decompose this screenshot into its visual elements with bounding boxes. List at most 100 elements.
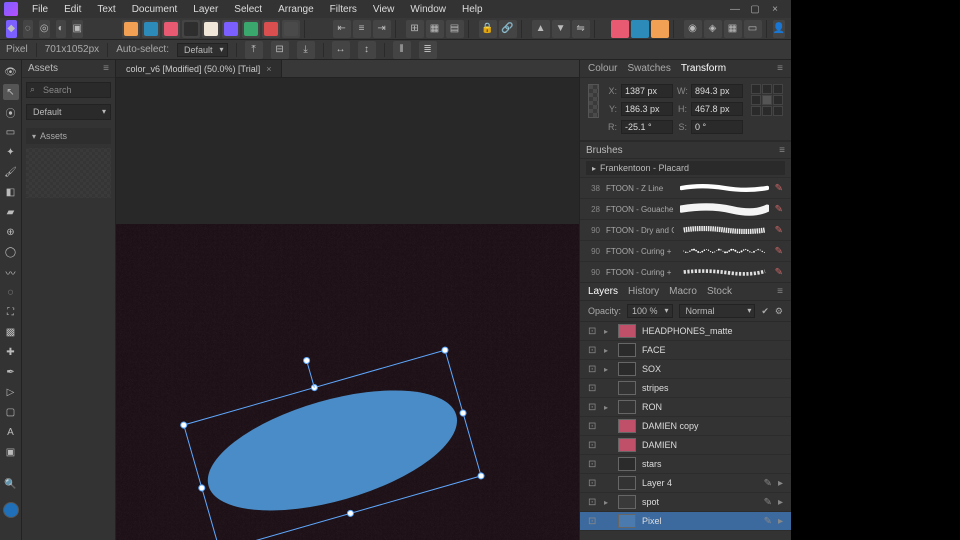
view-tool-icon[interactable]: 👁: [3, 64, 19, 80]
palette-swatch-5[interactable]: [222, 20, 240, 38]
erase-tool-icon[interactable]: ◧: [3, 184, 19, 200]
autoselect-dropdown[interactable]: Default: [177, 43, 228, 57]
maximize-button[interactable]: ▢: [749, 4, 761, 15]
swatch-orange[interactable]: [651, 20, 669, 38]
visibility-icon[interactable]: ⊡: [588, 459, 598, 470]
document-tab[interactable]: color_v6 [Modified] (50.0%) [Trial] ×: [116, 60, 282, 77]
layer-row[interactable]: ⊡▸SOX: [580, 360, 791, 379]
brush-tool-icon[interactable]: 🖌: [3, 164, 19, 180]
order-back-icon[interactable]: ▼: [552, 20, 570, 38]
visibility-icon[interactable]: ⊡: [588, 402, 598, 413]
palette-swatch-6[interactable]: [242, 20, 260, 38]
palette-swatch-2[interactable]: [162, 20, 180, 38]
crop-tool-icon[interactable]: ⛶: [3, 304, 19, 320]
blend-dropdown[interactable]: Normal: [679, 304, 756, 318]
palette-swatch-7[interactable]: [262, 20, 280, 38]
move-tool-icon[interactable]: ↖: [3, 84, 19, 100]
panel-menu-icon[interactable]: ≡: [103, 63, 109, 74]
brush-row[interactable]: 38FTOON - Z Line✎: [580, 177, 791, 198]
brush-row[interactable]: 90FTOON - Curing + Bristle✎: [580, 240, 791, 261]
layer-row[interactable]: ⊡DAMIEN copy: [580, 417, 791, 436]
transform-h[interactable]: [691, 102, 743, 116]
mesh-tool-icon[interactable]: ▩: [3, 324, 19, 340]
visibility-icon[interactable]: ⊡: [588, 516, 598, 527]
blur-tool-icon[interactable]: ◌: [3, 284, 19, 300]
layer-settings-icon[interactable]: ⚙: [775, 306, 783, 317]
transform-s[interactable]: [691, 120, 743, 134]
dodge-tool-icon[interactable]: ◯: [3, 244, 19, 260]
menu-view[interactable]: View: [365, 2, 403, 17]
panel-menu-icon[interactable]: ≡: [779, 145, 785, 156]
menu-file[interactable]: File: [24, 2, 56, 17]
minimize-button[interactable]: —: [729, 4, 741, 15]
palette-swatch-8[interactable]: [282, 20, 300, 38]
selection-tool-icon[interactable]: ▭: [3, 124, 19, 140]
transform-w[interactable]: [691, 84, 743, 98]
close-button[interactable]: ×: [769, 4, 781, 15]
transform-y[interactable]: [621, 102, 673, 116]
layer-row[interactable]: ⊡DAMIEN: [580, 436, 791, 455]
align-left-icon[interactable]: ⇤: [333, 20, 351, 38]
persona-liquify[interactable]: ◌: [23, 20, 34, 38]
transform-r[interactable]: [621, 120, 673, 134]
foreground-color[interactable]: [3, 502, 19, 518]
menu-filters[interactable]: Filters: [322, 2, 365, 17]
menu-edit[interactable]: Edit: [56, 2, 89, 17]
brush-row[interactable]: 90FTOON - Dry and Chunky✎: [580, 219, 791, 240]
panel-menu-icon[interactable]: ≡: [777, 63, 783, 74]
persona-tone[interactable]: ◐: [56, 20, 67, 38]
swatch-red[interactable]: [611, 20, 629, 38]
menu-arrange[interactable]: Arrange: [270, 2, 322, 17]
edit-brush-icon[interactable]: ✎: [775, 246, 783, 257]
node-tool-icon[interactable]: ▷: [3, 384, 19, 400]
menu-window[interactable]: Window: [402, 2, 454, 17]
visibility-icon[interactable]: ⊡: [588, 345, 598, 356]
stock-tab[interactable]: Stock: [707, 286, 732, 297]
visibility-icon[interactable]: ⊡: [588, 497, 598, 508]
edit-brush-icon[interactable]: ✎: [775, 204, 783, 215]
align-center-icon[interactable]: ≡: [353, 20, 371, 38]
pen-tool-icon[interactable]: ✒: [3, 364, 19, 380]
brush-row[interactable]: 90FTOON - Curing + Sponge✎: [580, 261, 791, 282]
flip-h-icon[interactable]: ⇋: [572, 20, 590, 38]
visibility-icon[interactable]: ⊡: [588, 364, 598, 375]
visibility-icon[interactable]: ⊡: [588, 440, 598, 451]
opacity-dropdown[interactable]: 100 %: [627, 304, 673, 318]
layer-options-icon[interactable]: ▸: [778, 516, 783, 527]
canvas[interactable]: [116, 78, 579, 540]
menu-document[interactable]: Document: [124, 2, 186, 17]
brush-row[interactable]: 28FTOON - Gouache Liner✎: [580, 198, 791, 219]
palette-swatch-4[interactable]: [202, 20, 220, 38]
palette-swatch-0[interactable]: [122, 20, 140, 38]
swatch-blue[interactable]: [631, 20, 649, 38]
link-icon[interactable]: 🔗: [499, 20, 517, 38]
layer-row[interactable]: ⊡▸HEADPHONES_matte: [580, 322, 791, 341]
history-tab[interactable]: History: [628, 286, 659, 297]
text-tool-icon[interactable]: A: [3, 424, 19, 440]
guides-icon[interactable]: ▤: [446, 20, 464, 38]
assets-subcategory[interactable]: Assets: [26, 128, 111, 144]
menu-help[interactable]: Help: [454, 2, 491, 17]
order-front-icon[interactable]: ▲: [532, 20, 550, 38]
zoom-tool-icon[interactable]: 🔍: [3, 476, 19, 492]
spacing-v-icon[interactable]: ↕: [358, 41, 376, 59]
clone-tool-icon[interactable]: ⊕: [3, 224, 19, 240]
brush-set-selector[interactable]: Frankentoon - Placard: [586, 161, 785, 175]
layers-tab[interactable]: Layers: [588, 286, 618, 297]
colour-tab[interactable]: Colour: [588, 63, 617, 74]
snap-icon[interactable]: ⊞: [406, 20, 424, 38]
align-right-icon[interactable]: ⇥: [373, 20, 391, 38]
edit-brush-icon[interactable]: ✎: [775, 225, 783, 236]
visibility-icon[interactable]: ⊡: [588, 326, 598, 337]
layer-fx-icon[interactable]: ✔: [761, 306, 769, 317]
assets-search[interactable]: Search: [26, 82, 111, 98]
panel-menu-icon[interactable]: ≡: [777, 286, 783, 297]
close-tab-icon[interactable]: ×: [266, 64, 271, 74]
layer-row[interactable]: ⊡Pixel✎▸: [580, 512, 791, 531]
healing-tool-icon[interactable]: ✚: [3, 344, 19, 360]
assistant-icon[interactable]: ◉: [684, 20, 702, 38]
layer-row[interactable]: ⊡▸spot✎▸: [580, 493, 791, 512]
visibility-icon[interactable]: ⊡: [588, 421, 598, 432]
lock-icon[interactable]: 🔒: [479, 20, 497, 38]
macro-tab[interactable]: Macro: [669, 286, 697, 297]
